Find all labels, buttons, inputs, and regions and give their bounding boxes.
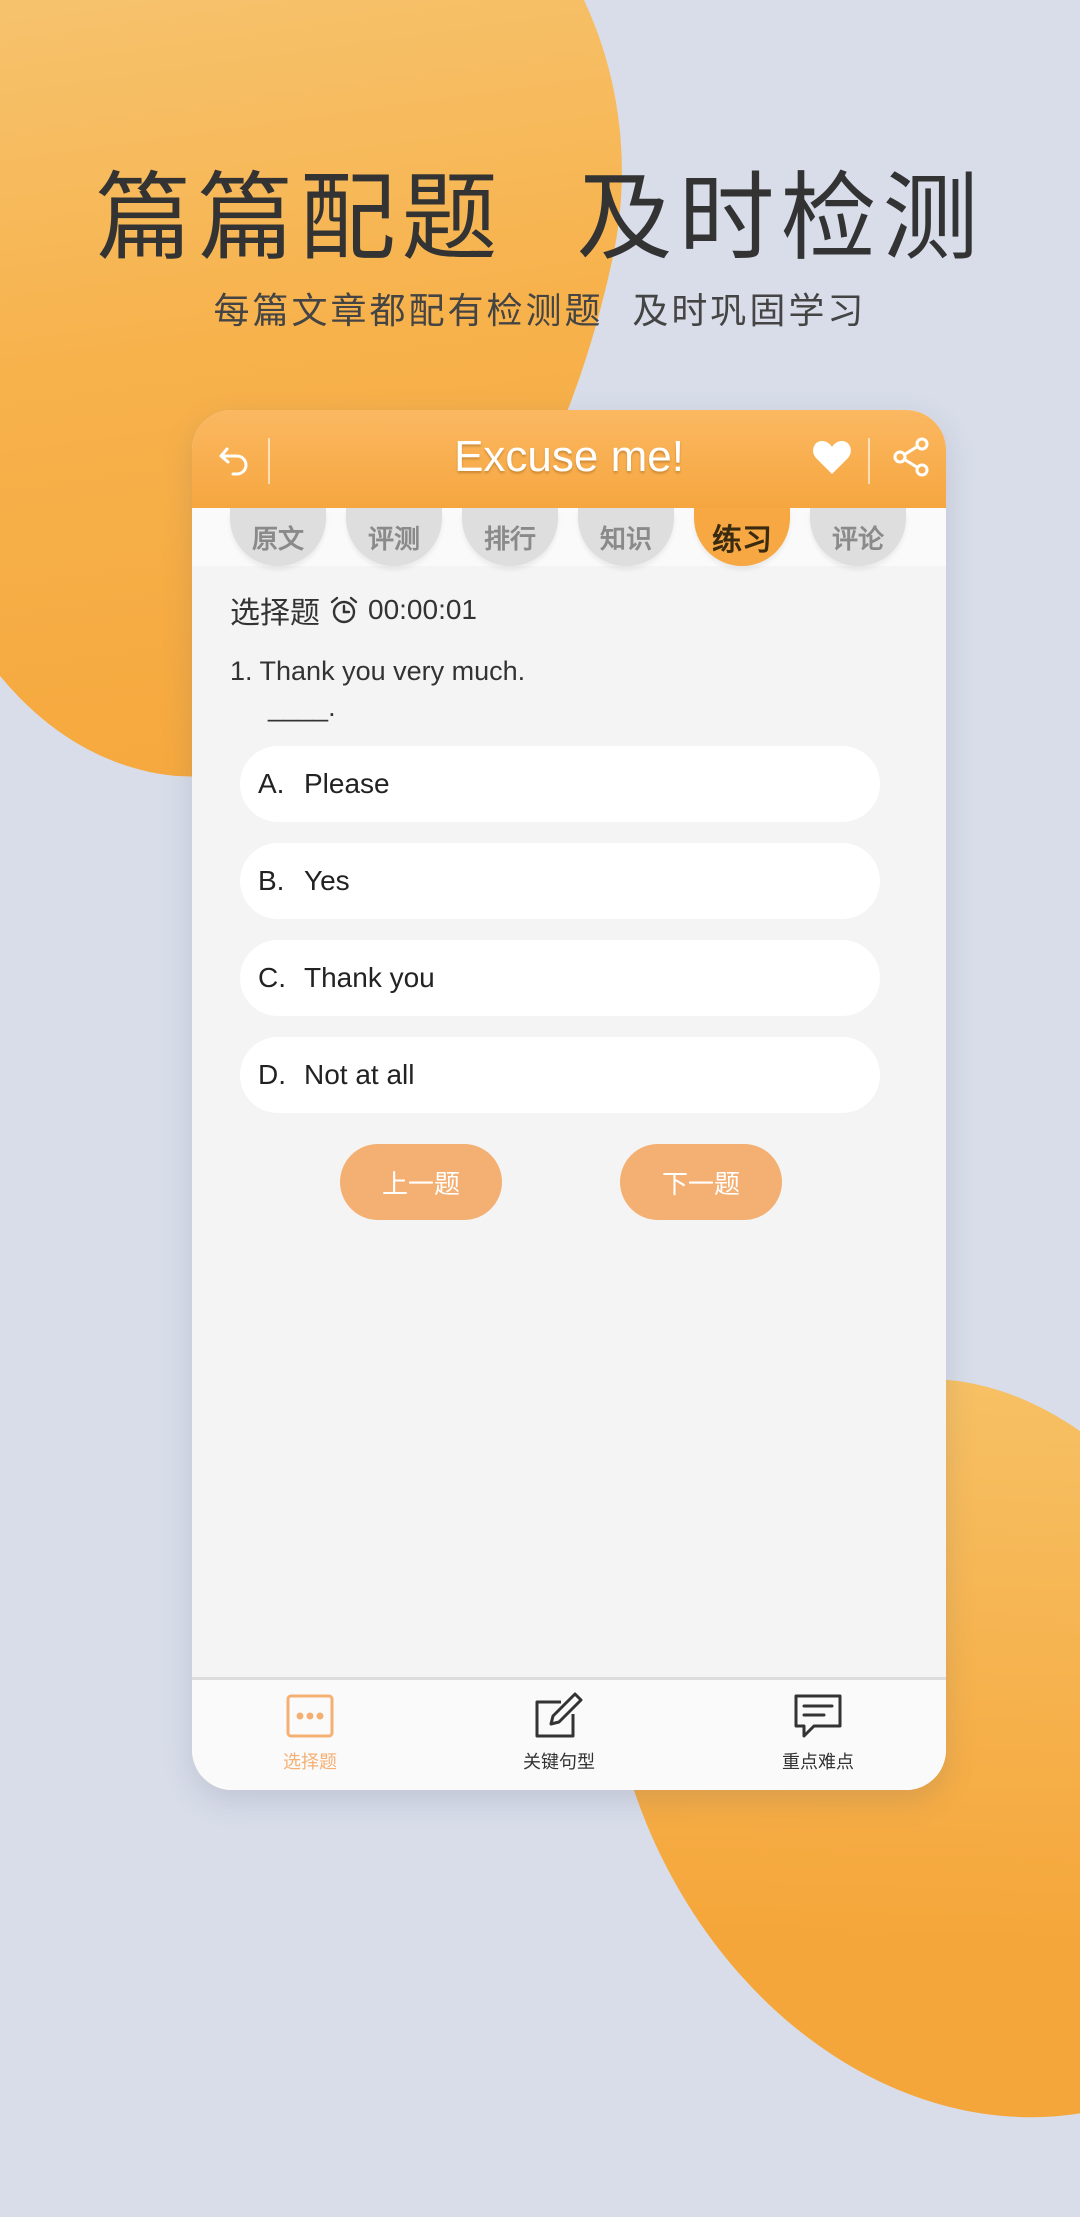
bottom-nav: 选择题 关键句型 重点难点 (192, 1677, 946, 1790)
option-a[interactable]: A. Please (240, 746, 880, 822)
hero-title: 篇篇配题 及时检测 (95, 162, 985, 274)
option-text: Please (304, 768, 390, 799)
heart-icon[interactable] (810, 436, 854, 480)
alarm-clock-icon (328, 594, 360, 626)
next-question-button[interactable]: 下一题 (620, 1144, 782, 1220)
question-blank: ____. (268, 692, 336, 722)
option-letter: C. (258, 962, 286, 993)
dots-box-icon (230, 1688, 390, 1744)
tab-knowledge[interactable]: 知识 (578, 508, 674, 566)
option-text: Yes (304, 865, 350, 896)
bottom-nav-key-points[interactable]: 重点难点 (738, 1688, 898, 1774)
bottom-nav-key-sentences[interactable]: 关键句型 (479, 1688, 639, 1774)
option-letter: A. (258, 768, 285, 799)
option-b[interactable]: B. Yes (240, 843, 880, 919)
bottom-nav-label: 选择题 (283, 1752, 337, 1773)
prev-question-button[interactable]: 上一题 (340, 1144, 502, 1220)
tab-practice[interactable]: 练习 (694, 508, 790, 566)
tab-bar: 原文 评测 排行 知识 练习 评论 (192, 508, 946, 566)
share-icon[interactable] (888, 434, 934, 480)
message-icon (738, 1688, 898, 1744)
question-type-label: 选择题 (230, 596, 320, 631)
question-text: 1. Thank you very much. (230, 656, 526, 686)
option-d[interactable]: D. Not at all (240, 1037, 880, 1113)
phone-frame: Excuse me! 原文 评测 排行 知识 练习 评论 选择题 00:00:0… (192, 410, 946, 1790)
edit-icon (479, 1688, 639, 1744)
tab-ranking[interactable]: 排行 (462, 508, 558, 566)
option-text: Thank you (304, 962, 435, 993)
bottom-nav-choice[interactable]: 选择题 (230, 1688, 390, 1774)
tab-original[interactable]: 原文 (230, 508, 326, 566)
option-c[interactable]: C. Thank you (240, 940, 880, 1016)
option-letter: D. (258, 1059, 286, 1090)
tab-evaluation[interactable]: 评测 (346, 508, 442, 566)
question-header: 选择题 00:00:01 (230, 588, 477, 632)
tab-comments[interactable]: 评论 (810, 508, 906, 566)
option-letter: B. (258, 865, 285, 896)
timer: 00:00:01 (368, 594, 477, 625)
hero-subtitle: 每篇文章都配有检测题 及时巩固学习 (213, 291, 867, 332)
bottom-nav-label: 重点难点 (782, 1752, 854, 1773)
header-divider (868, 438, 870, 484)
app-header: Excuse me! (192, 410, 946, 508)
option-text: Not at all (304, 1059, 415, 1090)
bottom-nav-label: 关键句型 (523, 1752, 595, 1773)
